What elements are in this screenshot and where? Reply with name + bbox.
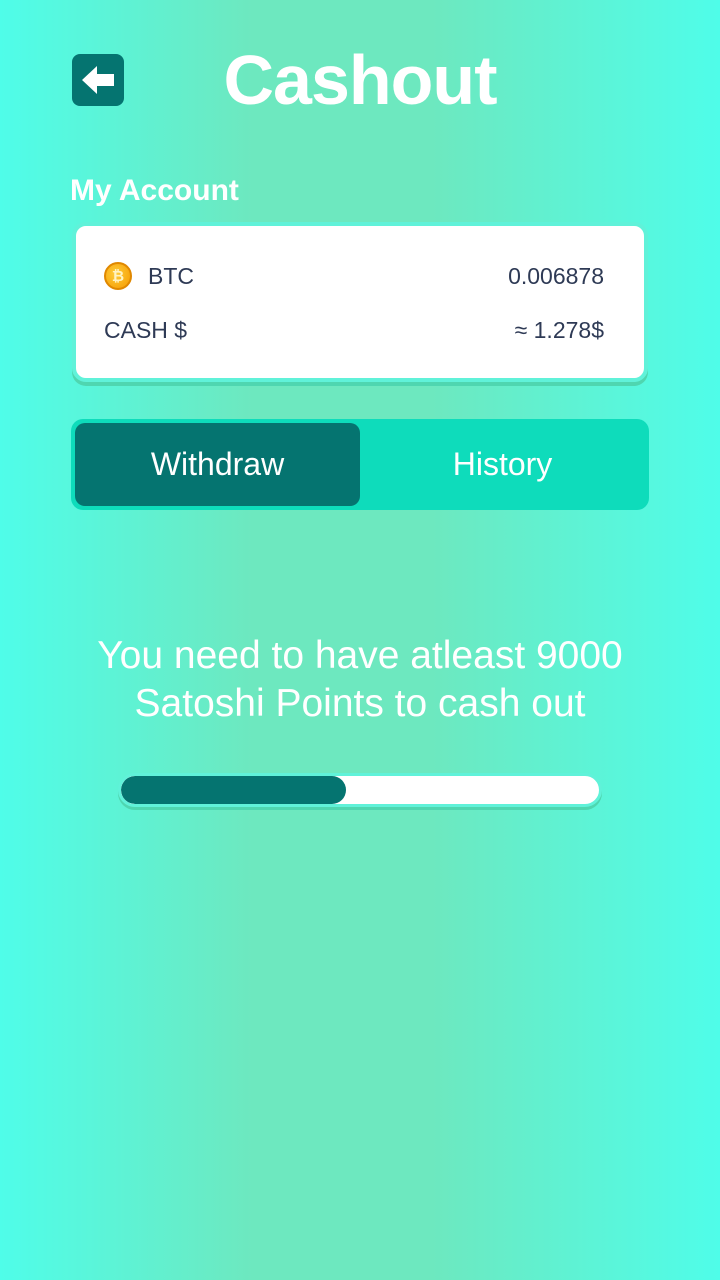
progress-fill xyxy=(121,776,346,804)
tab-bar: Withdraw History xyxy=(71,419,649,510)
btc-row: ₿ BTC 0.006878 xyxy=(104,262,604,290)
cash-value: ≈ 1.278$ xyxy=(514,317,604,343)
message-line-1: You need to have atleast 9000 xyxy=(97,634,623,677)
btc-value: 0.006878 xyxy=(508,262,604,289)
progress-bar xyxy=(118,773,602,807)
tab-withdraw[interactable]: Withdraw xyxy=(75,423,360,506)
page-title: Cashout xyxy=(223,41,498,119)
message-line-2: Satoshi Points to cash out xyxy=(134,682,586,725)
cash-label: CASH $ xyxy=(104,317,188,343)
bitcoin-icon: ₿ xyxy=(104,262,132,290)
cashout-requirement-message: You need to have atleast 9000 Satoshi Po… xyxy=(0,632,720,728)
btc-label: BTC xyxy=(148,262,194,289)
section-label-my-account: My Account xyxy=(70,174,239,207)
cash-row: CASH $ ≈ 1.278$ xyxy=(104,317,604,344)
tab-history[interactable]: History xyxy=(360,423,645,506)
account-card: ₿ BTC 0.006878 CASH $ ≈ 1.278$ xyxy=(72,222,648,382)
